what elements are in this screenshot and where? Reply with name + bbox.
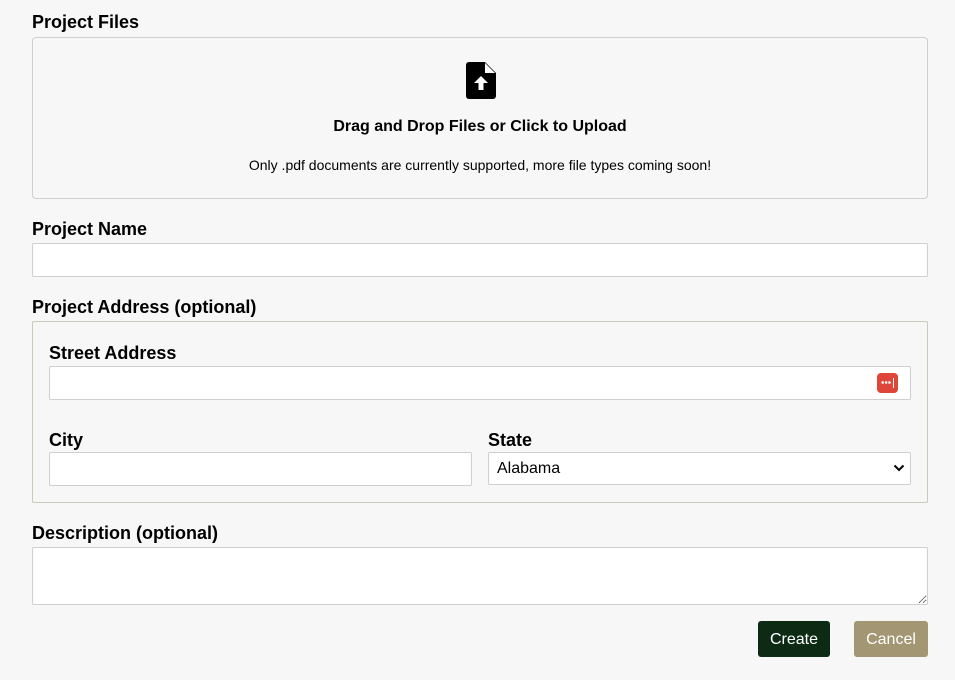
cancel-button[interactable]: Cancel: [854, 621, 928, 657]
state-label: State: [488, 430, 533, 450]
street-address-input[interactable]: [49, 366, 911, 400]
project-name-input[interactable]: [32, 243, 928, 277]
state-select[interactable]: Alabama: [488, 452, 911, 485]
city-input[interactable]: [49, 452, 472, 486]
project-address-label: Project Address (optional): [32, 297, 257, 317]
project-files-label: Project Files: [32, 12, 140, 32]
street-address-wrapper: [49, 366, 911, 400]
dropzone-hint: Only .pdf documents are currently suppor…: [248, 157, 712, 173]
chevron-down-icon: [893, 464, 905, 472]
street-address-label: Street Address: [49, 343, 177, 363]
description-textarea[interactable]: [32, 547, 928, 605]
city-label: City: [49, 430, 84, 450]
description-label: Description (optional): [32, 523, 218, 543]
dropzone-title: Drag and Drop Files or Click to Upload: [333, 118, 627, 135]
project-name-label: Project Name: [32, 219, 148, 239]
address-fieldset: Street Address City State Alabama: [32, 321, 928, 503]
file-dropzone[interactable]: Drag and Drop Files or Click to Upload O…: [32, 37, 928, 199]
create-button[interactable]: Create: [758, 621, 830, 657]
password-manager-icon[interactable]: [877, 373, 898, 393]
state-selected-value: Alabama: [497, 460, 561, 477]
file-upload-icon: [466, 62, 496, 99]
